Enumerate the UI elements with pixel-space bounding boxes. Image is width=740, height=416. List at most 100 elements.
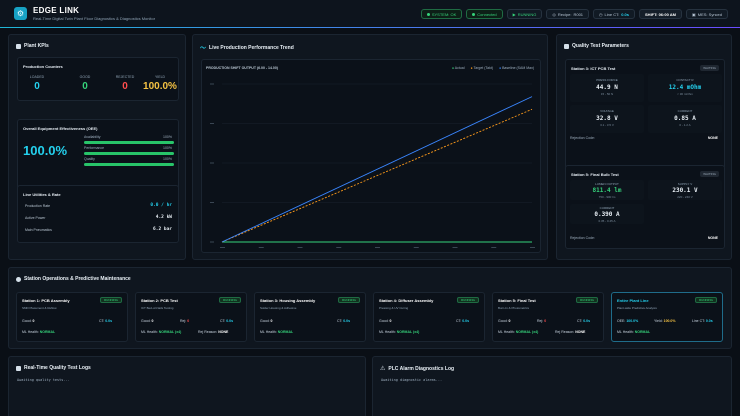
station-ops-title: Station Operations & Predictive Maintena…: [24, 276, 131, 282]
mes-pill: ▣ MES: Synced: [685, 9, 728, 19]
station2-status-badge: RUNNING: [219, 297, 241, 303]
plant-line-status-badge: RUNNING: [695, 297, 717, 303]
status-dot-icon: [472, 12, 476, 16]
counter-loaded: LOADED 0: [29, 75, 45, 92]
line-ct-pill: ◷ Line CT: 0.0s: [593, 9, 636, 19]
param-voltage: VOLTAGE 32.8 V 3.1 - 3.5 V: [570, 105, 644, 133]
counter-good: GOOD 0: [79, 75, 91, 92]
plc-log-card: ⚠ PLC Alarm Diagnostics Log Awaiting diag…: [372, 356, 732, 416]
station-card-plant-line[interactable]: Entire Plant Line RUNNING Plant-wide Pre…: [611, 292, 723, 342]
quality-log-card: Real-Time Quality Test Logs Awaiting qua…: [8, 356, 366, 416]
x-tick-7: [491, 247, 497, 248]
availability-bar: [84, 141, 174, 144]
shift-pill: SHIFT: 06:00 AM: [639, 9, 682, 19]
chart-title: PRODUCTION SHIFT OUTPUT (6.00 - 14.00): [206, 66, 278, 70]
chart-icon: [16, 43, 21, 49]
counter-rejected: REJECTED 0: [115, 75, 135, 92]
recipe-pill[interactable]: ◎ Recipe: R001: [546, 9, 590, 19]
production-rate-value: 0.0 / hr: [150, 203, 172, 208]
quality-card: Quality Test Parameters Station 3: ICT P…: [556, 34, 732, 260]
x-tick-4: [375, 247, 380, 248]
trend-chart: [210, 83, 535, 248]
station-card-5[interactable]: Station 5: Final Test RUNNING Burn-In & …: [492, 292, 604, 342]
trend-card: 〜 Live Production Performance Trend PRODU…: [192, 34, 548, 260]
line-utilities-panel: Line Utilities & Rate Production Rate 0.…: [17, 185, 179, 243]
flask-icon: [564, 43, 569, 49]
x-tick-3: [336, 247, 342, 248]
param-lumen-output: LUMEN OUTPUT 811.4 lm 750 - 900 lm: [570, 180, 644, 200]
connection-pill: Connected: [466, 9, 503, 19]
y-tick-0: [210, 241, 214, 243]
station-card-4[interactable]: Station 4: Diffuser Assembly RUNNING Pre…: [373, 292, 485, 342]
y-tick-3: [210, 123, 214, 124]
x-tick-5: [413, 247, 419, 248]
station-card-3[interactable]: Station 3: Housing Assembly RUNNING Sold…: [254, 292, 366, 342]
station-card-1[interactable]: Station 1: PCB Assembly RUNNING SMD Plac…: [16, 292, 128, 342]
logo-icon: ⚙: [14, 7, 27, 20]
x-tick-0: [220, 247, 225, 248]
pneumatics-value: 6.2 bar: [153, 227, 172, 232]
y-tick-2: [210, 162, 214, 164]
station5-op-status-badge: RUNNING: [576, 297, 598, 303]
running-pill: ▶ RUNNING: [506, 9, 543, 19]
play-icon: ▶: [512, 11, 516, 17]
legend-target: ● Target (Takt): [470, 66, 493, 70]
x-tick-1: [258, 247, 264, 248]
y-tick-1: [210, 202, 214, 203]
counters-title: Production Counters: [23, 64, 63, 69]
station3-reject-code: NONE: [707, 136, 718, 140]
legend-baseline: ● Baseline (SAM Max): [498, 66, 534, 70]
app-title: EDGE LINK: [33, 6, 80, 15]
station5-reject-code: NONE: [707, 236, 718, 240]
station3-op-status-badge: RUNNING: [338, 297, 360, 303]
x-tick-6: [452, 247, 458, 248]
plc-log-title: PLC Alarm Diagnostics Log: [388, 365, 455, 372]
station5-status-badge: WAITING: [700, 171, 719, 177]
plc-log-text: Awaiting diagnostic alarms...: [381, 378, 443, 382]
recipe-icon: ◎: [552, 11, 556, 17]
header-accent-line: [0, 27, 740, 28]
quality-title: Quality Test Parameters: [572, 43, 629, 49]
chart-legend: ● Actual ● Target (Takt) ● Baseline (SAM…: [452, 66, 534, 70]
station-card-2[interactable]: Station 2: PCB Test RUNNING ICT Bed-of-N…: [135, 292, 247, 342]
station3-quality-panel: Station 3: ICT PCB Test WAITING PRESS FO…: [565, 59, 725, 169]
status-bar: SYSTEM: OK Connected ▶ RUNNING ◎ Recipe: R0…: [420, 9, 728, 19]
station5-quality-panel: Station 5: Final Bulb Test WAITING LUMEN…: [565, 165, 725, 249]
log-icon: [16, 365, 21, 371]
quality-log-text: Awaiting quality tests...: [17, 378, 70, 382]
oee-value: 100.0%: [23, 143, 68, 158]
series-line-baseline-sam-max: [221, 96, 533, 243]
station1-status-badge: RUNNING: [100, 297, 122, 303]
quality-bar: [84, 163, 174, 166]
sync-icon: ▣: [691, 11, 696, 17]
param-press-force: PRESS FORCE 44.9 N 15 - 50 N: [570, 74, 644, 102]
param-supply-v: SUPPLY V 230.1 V 220 - 240 V: [648, 180, 722, 200]
brand: EDGE LINK Real-Time Digital Twin Plant F…: [33, 6, 155, 21]
param-current: CURRENT 0.85 A 0 - 1.2 A: [648, 105, 722, 133]
trend-title: Live Production Performance Trend: [209, 44, 294, 51]
performance-bar: [84, 152, 174, 155]
x-tick-2: [297, 247, 303, 248]
clock-icon: ◷: [599, 11, 603, 17]
legend-actual: ● Actual: [451, 66, 465, 70]
quality-log-title: Real-Time Quality Test Logs: [24, 365, 91, 371]
app-subtitle: Real-Time Digital Twin Plant Floor Diagn…: [33, 16, 156, 21]
status-dot-icon: [426, 12, 430, 16]
x-tick-8: [530, 247, 535, 248]
plant-kpis-card: Plant KPIs Production Counters LOADED 0 …: [8, 34, 186, 260]
top-header: ⚙ EDGE LINK Real-Time Digital Twin Plant…: [0, 0, 740, 28]
utilities-title: Line Utilities & Rate: [23, 192, 61, 197]
production-counters: Production Counters LOADED 0 GOOD 0 REJE…: [17, 57, 179, 101]
trend-chart-panel: PRODUCTION SHIFT OUTPUT (6.00 - 14.00) ●…: [201, 59, 541, 253]
station3-status-badge: WAITING: [700, 65, 719, 71]
series-line-target-takt: [221, 108, 533, 243]
plant-kpis-title: Plant KPIs: [24, 43, 49, 49]
active-power-value: 4.2 kW: [155, 215, 172, 220]
param-bulb-current: CURRENT 0.390 A 0.35 - 0.45 A: [570, 204, 644, 224]
param-contact-r: CONTACT R 12.4 mOhm < 30 mOhm: [648, 74, 722, 102]
oee-title: Overall Equipment Effectiveness (OEE): [23, 126, 98, 131]
system-status-pill: SYSTEM: OK: [420, 9, 463, 19]
trend-icon: 〜: [200, 46, 207, 52]
alarm-icon: ⚠: [380, 366, 386, 372]
counter-yield: YIELD 100.0%: [143, 75, 177, 92]
